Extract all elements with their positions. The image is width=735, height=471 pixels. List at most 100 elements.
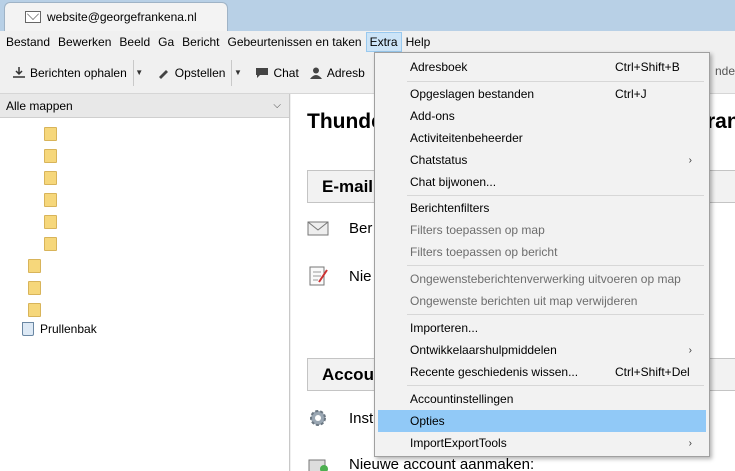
folder-icon (44, 237, 57, 251)
menu-item-accountinstellingen[interactable]: Accountinstellingen (378, 388, 706, 410)
menu-item-label: Filters toepassen op map (410, 223, 545, 237)
folder-item[interactable] (44, 212, 57, 232)
folder-icon (44, 149, 57, 163)
menu-item-shortcut: Ctrl+Shift+B (615, 60, 680, 74)
submenu-arrow-icon: › (688, 154, 692, 166)
get-messages-dropdown[interactable]: ▼ (132, 59, 145, 86)
download-icon (13, 66, 25, 78)
read-messages-label: Ber (349, 219, 373, 237)
menu-item-label: Recente geschiedenis wissen... (410, 365, 579, 379)
folder-item[interactable] (44, 234, 57, 254)
compose-dropdown[interactable]: ▼ (231, 59, 243, 86)
folder-icon (28, 281, 41, 295)
menu-item-label: Activiteitenbeheerder (410, 131, 523, 145)
submenu-arrow-icon: › (688, 344, 692, 356)
address-book-button[interactable]: Adresb (305, 60, 369, 86)
menu-item-add-ons[interactable]: Add-ons (378, 105, 706, 127)
trash-icon (22, 322, 34, 336)
trash-label: Prullenbak (40, 322, 97, 336)
menu-item-opties[interactable]: Opties (378, 410, 706, 432)
chat-label: Chat (273, 65, 299, 80)
menu-item-label: ImportExportTools (410, 436, 507, 450)
folder-item[interactable] (44, 190, 57, 210)
folder-item[interactable] (44, 124, 57, 144)
menu-item-adresboek[interactable]: Adresboek Ctrl+Shift+B (378, 56, 706, 78)
page-title-start: Thunde (307, 110, 383, 133)
menu-item-filters-bericht[interactable]: Filters toepassen op bericht (378, 241, 706, 263)
menu-bericht[interactable]: Bericht (178, 32, 223, 52)
menu-item-junk-verwijderen[interactable]: Ongewenste berichten uit map verwijderen (378, 290, 706, 312)
menu-item-label: Importeren... (410, 321, 479, 335)
menu-item-importexporttools[interactable]: ImportExportTools › (378, 432, 706, 454)
menu-item-label: Berichtenfilters (410, 201, 490, 215)
notepad-icon (309, 266, 328, 286)
menu-item-label: Chatstatus (410, 153, 468, 167)
mail-icon (25, 11, 41, 23)
folder-icon (44, 127, 57, 141)
tab-title: website@georgefrankena.nl (47, 10, 197, 24)
folder-item[interactable] (28, 256, 41, 276)
menu-bestand[interactable]: Bestand (2, 32, 54, 52)
menubar: Bestand Bewerken Beeld Ga Bericht Gebeur… (0, 31, 735, 52)
menu-item-label: Ontwikkelaarshulpmiddelen (410, 343, 557, 357)
compose-label: Opstellen (174, 65, 226, 80)
menu-item-berichtenfilters[interactable]: Berichtenfilters (378, 197, 706, 219)
submenu-arrow-icon: › (688, 437, 692, 449)
chat-bubble-icon (256, 67, 269, 78)
menu-separator (407, 314, 704, 315)
folder-item[interactable] (28, 278, 41, 298)
menu-extra[interactable]: Extra (365, 31, 402, 52)
person-icon (309, 67, 322, 79)
new-message-link[interactable]: Nie (307, 266, 372, 286)
chat-button[interactable]: Chat (251, 60, 302, 86)
menu-item-shortcut: Ctrl+J (615, 87, 647, 101)
menu-item-filters-map[interactable]: Filters toepassen op map (378, 219, 706, 241)
account-settings-link[interactable]: Inst (307, 408, 373, 428)
menu-item-label: Chat bijwonen... (410, 175, 497, 189)
menu-gebeurtenissen[interactable]: Gebeurtenissen en taken (224, 32, 366, 52)
new-account-label: Nieuwe account aanmaken: (349, 455, 535, 471)
menu-item-label: Ongewensteberichtenverwerking uitvoeren … (410, 272, 681, 286)
menu-item-junk-verwerking[interactable]: Ongewensteberichtenverwerking uitvoeren … (378, 268, 706, 290)
compose-button[interactable]: Opstellen (153, 60, 230, 86)
folder-pane-title: Alle mappen (6, 98, 73, 113)
envelope-icon (307, 221, 329, 236)
page-title-end: ran (707, 110, 735, 133)
folder-icon (44, 171, 57, 185)
menu-item-label: Filters toepassen op bericht (410, 245, 558, 259)
get-messages-button[interactable]: Berichten ophalen (8, 60, 131, 86)
chevron-down-icon: ⌵ (273, 100, 281, 111)
menu-bewerken[interactable]: Bewerken (54, 32, 115, 52)
read-messages-link[interactable]: Ber (307, 218, 372, 238)
menu-item-label: Opties (410, 414, 445, 428)
pencil-icon (158, 69, 168, 79)
folder-pane-header[interactable]: Alle mappen ⌵ (0, 94, 289, 118)
new-message-label: Nie (349, 267, 372, 285)
menu-item-importeren[interactable]: Importeren... (378, 317, 706, 339)
menu-item-label: Adresboek (410, 60, 468, 74)
menu-ga[interactable]: Ga (154, 32, 178, 52)
menu-separator (407, 195, 704, 196)
menu-item-chat-bijwonen[interactable]: Chat bijwonen... (378, 171, 706, 193)
menu-item-activiteitenbeheerder[interactable]: Activiteitenbeheerder (378, 127, 706, 149)
title-bar: website@georgefrankena.nl (0, 0, 735, 31)
gear-icon (310, 410, 326, 426)
extra-menu-dropdown: Adresboek Ctrl+Shift+B Opgeslagen bestan… (374, 52, 710, 457)
menu-item-label: Accountinstellingen (410, 392, 514, 406)
account-settings-label: Inst (349, 409, 374, 427)
menu-beeld[interactable]: Beeld (115, 32, 154, 52)
menu-item-ontwikkelaarshulpmiddelen[interactable]: Ontwikkelaarshulpmiddelen › (378, 339, 706, 361)
menu-item-chatstatus[interactable]: Chatstatus › (378, 149, 706, 171)
folder-item[interactable] (28, 300, 41, 320)
menu-item-recente-geschiedenis[interactable]: Recente geschiedenis wissen... Ctrl+Shif… (378, 361, 706, 383)
menu-item-label: Ongewenste berichten uit map verwijderen (410, 294, 638, 308)
menu-separator (407, 81, 704, 82)
folder-item[interactable] (44, 146, 57, 166)
folder-item[interactable] (44, 168, 57, 188)
menu-item-opgeslagen-bestanden[interactable]: Opgeslagen bestanden Ctrl+J (378, 83, 706, 105)
folder-item-trash[interactable]: Prullenbak (22, 319, 97, 339)
folder-pane: Alle mappen ⌵ Prullenbak (0, 94, 290, 471)
menu-help[interactable]: Help (402, 32, 435, 52)
folder-icon (28, 303, 41, 317)
mail-tab[interactable]: website@georgefrankena.nl (4, 2, 228, 31)
